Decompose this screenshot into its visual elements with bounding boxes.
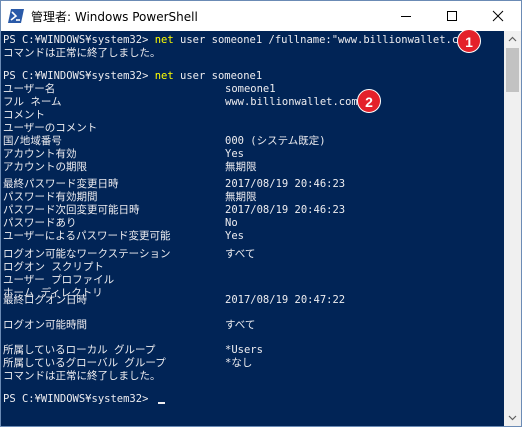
- scroll-thumb[interactable]: [506, 48, 519, 92]
- output-value: 000 (システム既定): [225, 135, 326, 147]
- powershell-icon: [8, 9, 24, 23]
- minimize-button[interactable]: [383, 1, 429, 31]
- output-row: パスワードあり No: [3, 217, 238, 230]
- output-row: フル ネーム www.billionwallet.com: [3, 96, 358, 109]
- output-label: 国/地域番号: [3, 135, 62, 147]
- output-row: 所属しているグローバル グループ *なし: [3, 357, 252, 370]
- vertical-scrollbar[interactable]: [504, 31, 521, 426]
- output-value: 無期限: [225, 161, 257, 173]
- chevron-down-icon: [508, 415, 517, 421]
- output-success-1: コマンドは正常に終了しました。: [3, 47, 161, 59]
- output-label: パスワード有効期間: [3, 191, 98, 203]
- output-value: someone1: [225, 83, 276, 95]
- scroll-down-button[interactable]: [504, 409, 521, 426]
- output-label: 最終ログオン日時: [3, 294, 87, 306]
- output-label: ユーザー プロファイル: [3, 274, 115, 286]
- output-label: ユーザーによるパスワード変更可能: [3, 230, 171, 242]
- output-value: すべて: [225, 319, 256, 331]
- minimize-icon: [401, 16, 411, 17]
- output-row: 国/地域番号 000 (システム既定): [3, 135, 326, 148]
- output-value: 2017/08/19 20:47:22: [225, 294, 346, 306]
- output-label: ユーザー名: [3, 83, 56, 95]
- scroll-up-button[interactable]: [504, 31, 521, 48]
- output-value: www.billionwallet.com: [225, 96, 358, 108]
- annotation-badge-2: 2: [357, 89, 381, 113]
- powershell-window: 管理者: Windows PowerShell PS C:¥WINDOWS¥sy…: [0, 0, 522, 427]
- output-row: ユーザー プロファイル: [3, 274, 114, 287]
- output-label: 最終パスワード変更日時: [3, 178, 119, 190]
- title-bar[interactable]: 管理者: Windows PowerShell: [1, 1, 521, 31]
- output-value: 無期限: [225, 191, 257, 203]
- output-row: ユーザーによるパスワード変更可能 Yes: [3, 230, 244, 243]
- close-button[interactable]: [475, 1, 521, 31]
- console-area[interactable]: PS C:¥WINDOWS¥system32> net user someone…: [1, 31, 504, 426]
- prompt: PS C:¥WINDOWS¥system32>: [3, 393, 155, 405]
- command-args: user someone1 /fullname:"www.billionwall…: [173, 34, 478, 46]
- command-args: user someone1: [173, 70, 263, 82]
- output-label: ユーザーのコメント: [3, 122, 98, 134]
- output-row: 最終ログオン日時 2017/08/19 20:47:22: [3, 294, 345, 307]
- output-row: コメント: [3, 109, 45, 122]
- command-line-1: PS C:¥WINDOWS¥system32> net user someone…: [3, 34, 477, 47]
- output-value: Yes: [225, 148, 244, 160]
- output-label: ログオン可能時間: [3, 319, 87, 331]
- annotation-badge-1: 1: [457, 29, 481, 53]
- output-label: フル ネーム: [3, 96, 62, 108]
- command-line-2: PS C:¥WINDOWS¥system32> net user someone…: [3, 70, 262, 83]
- output-label: ログオン スクリプト: [3, 261, 104, 273]
- output-row: 最終パスワード変更日時 2017/08/19 20:46:23: [3, 178, 345, 191]
- output-label: ログオン可能なワークステーション: [3, 248, 171, 260]
- output-success-2: コマンドは正常に終了しました。: [3, 370, 161, 382]
- chevron-up-icon: [508, 36, 517, 42]
- output-row: パスワード有効期間 無期限: [3, 191, 257, 204]
- output-label: 所属しているグローバル グループ: [3, 357, 166, 369]
- output-row: パスワード次回変更可能日時 2017/08/19 20:46:23: [3, 204, 345, 217]
- output-row: ユーザーのコメント: [3, 122, 97, 135]
- output-label: アカウントの期限: [3, 161, 87, 173]
- command-line-3[interactable]: PS C:¥WINDOWS¥system32>: [3, 393, 165, 406]
- window-title: 管理者: Windows PowerShell: [31, 10, 198, 24]
- maximize-icon: [447, 11, 457, 21]
- output-row: 所属しているローカル グループ *Users: [3, 344, 263, 357]
- output-row: ログオン可能時間 すべて: [3, 319, 255, 332]
- output-value: 2017/08/19 20:46:23: [225, 178, 346, 190]
- output-row: ログオン スクリプト: [3, 261, 104, 274]
- output-value: *Users: [225, 344, 263, 356]
- output-label: コメント: [3, 109, 45, 121]
- output-label: パスワード次回変更可能日時: [3, 204, 140, 216]
- output-value: 2017/08/19 20:46:23: [225, 204, 346, 216]
- text-cursor: [157, 402, 165, 404]
- output-value: Yes: [225, 230, 244, 242]
- output-label: パスワードあり: [3, 217, 77, 229]
- output-row: ユーザー名 someone1: [3, 83, 276, 96]
- output-label: 所属しているローカル グループ: [3, 344, 156, 356]
- prompt: PS C:¥WINDOWS¥system32>: [3, 34, 155, 46]
- maximize-button[interactable]: [429, 1, 475, 31]
- output-row: アカウント有効 Yes: [3, 148, 244, 161]
- output-value: すべて: [225, 248, 256, 260]
- command-name: net: [154, 70, 174, 82]
- output-row: アカウントの期限 無期限: [3, 161, 257, 174]
- output-value: *なし: [225, 357, 253, 369]
- close-icon: [492, 10, 504, 22]
- command-name: net: [154, 34, 174, 46]
- output-label: アカウント有効: [3, 148, 77, 160]
- output-row: ログオン可能なワークステーション すべて: [3, 248, 255, 261]
- prompt: PS C:¥WINDOWS¥system32>: [3, 70, 155, 82]
- output-value: No: [225, 217, 238, 229]
